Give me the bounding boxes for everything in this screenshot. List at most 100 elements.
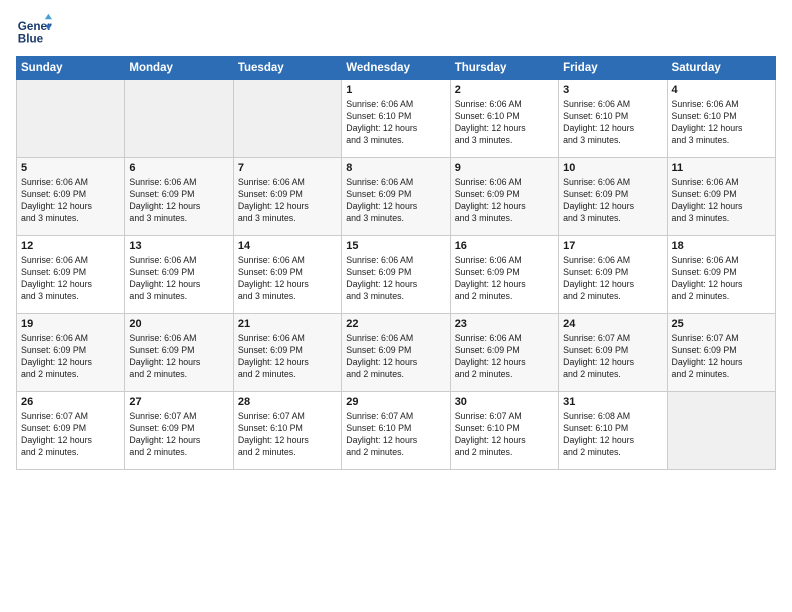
calendar-cell: 16 Sunrise: 6:06 AM Sunset: 6:09 PM Dayli… xyxy=(450,236,558,314)
weekday-header-saturday: Saturday xyxy=(667,57,775,80)
day-number: 19 xyxy=(21,318,120,330)
day-number: 14 xyxy=(238,240,337,252)
calendar-cell: 14 Sunrise: 6:06 AM Sunset: 6:09 PM Dayli… xyxy=(233,236,341,314)
day-number: 22 xyxy=(346,318,445,330)
calendar-cell: 19Sunrise: 6:06 AM Sunset: 6:09 PM Dayli… xyxy=(17,314,125,392)
day-number: 30 xyxy=(455,396,554,408)
logo-icon: General Blue xyxy=(16,12,52,48)
calendar-cell: 31Sunrise: 6:08 AM Sunset: 6:10 PM Dayli… xyxy=(559,392,667,470)
day-number: 24 xyxy=(563,318,662,330)
day-number: 8 xyxy=(346,162,445,174)
day-info: Sunrise: 6:06 AM Sunset: 6:10 PM Dayligh… xyxy=(672,98,771,147)
day-info: Sunrise: 6:07 AM Sunset: 6:10 PM Dayligh… xyxy=(346,410,445,459)
day-info: Sunrise: 6:06 AM Sunset: 6:09 PM Dayligh… xyxy=(21,254,120,303)
day-number: 28 xyxy=(238,396,337,408)
day-info: Sunrise: 6:06 AM Sunset: 6:09 PM Dayligh… xyxy=(346,332,445,381)
calendar-cell: 13 Sunrise: 6:06 AM Sunset: 6:09 PM Dayli… xyxy=(125,236,233,314)
weekday-header-thursday: Thursday xyxy=(450,57,558,80)
calendar-cell: 9 Sunrise: 6:06 AM Sunset: 6:09 PM Daylig… xyxy=(450,158,558,236)
header: General Blue xyxy=(16,12,776,48)
day-info: Sunrise: 6:07 AM Sunset: 6:10 PM Dayligh… xyxy=(455,410,554,459)
weekday-header-tuesday: Tuesday xyxy=(233,57,341,80)
day-number: 18 xyxy=(672,240,771,252)
week-row-3: 12Sunrise: 6:06 AM Sunset: 6:09 PM Dayli… xyxy=(17,236,776,314)
calendar-cell: 21 Sunrise: 6:06 AM Sunset: 6:09 PM Dayli… xyxy=(233,314,341,392)
calendar-cell: 26 Sunrise: 6:07 AM Sunset: 6:09 PM Dayli… xyxy=(17,392,125,470)
day-number: 15 xyxy=(346,240,445,252)
day-info: Sunrise: 6:07 AM Sunset: 6:09 PM Dayligh… xyxy=(129,410,228,459)
day-info: Sunrise: 6:08 AM Sunset: 6:10 PM Dayligh… xyxy=(563,410,662,459)
weekday-header-sunday: Sunday xyxy=(17,57,125,80)
calendar-cell: 29 Sunrise: 6:07 AM Sunset: 6:10 PM Dayli… xyxy=(342,392,450,470)
logo: General Blue xyxy=(16,12,58,48)
calendar-cell: 25 Sunrise: 6:07 AM Sunset: 6:09 PM Dayli… xyxy=(667,314,775,392)
calendar-cell: 6 Sunrise: 6:06 AM Sunset: 6:09 PM Daylig… xyxy=(125,158,233,236)
day-info: Sunrise: 6:06 AM Sunset: 6:09 PM Dayligh… xyxy=(238,332,337,381)
day-number: 25 xyxy=(672,318,771,330)
week-row-5: 26 Sunrise: 6:07 AM Sunset: 6:09 PM Dayli… xyxy=(17,392,776,470)
weekday-header-monday: Monday xyxy=(125,57,233,80)
day-number: 17 xyxy=(563,240,662,252)
day-number: 11 xyxy=(672,162,771,174)
calendar-table: SundayMondayTuesdayWednesdayThursdayFrid… xyxy=(16,56,776,470)
day-info: Sunrise: 6:06 AM Sunset: 6:09 PM Dayligh… xyxy=(346,176,445,225)
page-container: General Blue SundayMondayTuesdayWednesda… xyxy=(0,0,792,478)
day-info: Sunrise: 6:06 AM Sunset: 6:09 PM Dayligh… xyxy=(672,254,771,303)
day-info: Sunrise: 6:06 AM Sunset: 6:10 PM Dayligh… xyxy=(455,98,554,147)
day-number: 26 xyxy=(21,396,120,408)
calendar-cell: 24 Sunrise: 6:07 AM Sunset: 6:09 PM Dayli… xyxy=(559,314,667,392)
day-info: Sunrise: 6:06 AM Sunset: 6:09 PM Dayligh… xyxy=(129,332,228,381)
calendar-cell xyxy=(17,80,125,158)
day-number: 9 xyxy=(455,162,554,174)
calendar-cell: 22 Sunrise: 6:06 AM Sunset: 6:09 PM Dayli… xyxy=(342,314,450,392)
day-info: Sunrise: 6:06 AM Sunset: 6:09 PM Dayligh… xyxy=(455,176,554,225)
weekday-header-wednesday: Wednesday xyxy=(342,57,450,80)
day-info: Sunrise: 6:07 AM Sunset: 6:09 PM Dayligh… xyxy=(563,332,662,381)
day-info: Sunrise: 6:06 AM Sunset: 6:09 PM Dayligh… xyxy=(455,332,554,381)
week-row-2: 5Sunrise: 6:06 AM Sunset: 6:09 PM Daylig… xyxy=(17,158,776,236)
day-info: Sunrise: 6:06 AM Sunset: 6:09 PM Dayligh… xyxy=(129,254,228,303)
calendar-cell: 27Sunrise: 6:07 AM Sunset: 6:09 PM Dayli… xyxy=(125,392,233,470)
svg-text:Blue: Blue xyxy=(18,33,44,46)
day-info: Sunrise: 6:06 AM Sunset: 6:09 PM Dayligh… xyxy=(563,176,662,225)
day-info: Sunrise: 6:07 AM Sunset: 6:09 PM Dayligh… xyxy=(672,332,771,381)
day-info: Sunrise: 6:06 AM Sunset: 6:09 PM Dayligh… xyxy=(238,254,337,303)
day-number: 21 xyxy=(238,318,337,330)
calendar-cell: 2Sunrise: 6:06 AM Sunset: 6:10 PM Daylig… xyxy=(450,80,558,158)
day-info: Sunrise: 6:06 AM Sunset: 6:09 PM Dayligh… xyxy=(455,254,554,303)
day-number: 10 xyxy=(563,162,662,174)
calendar-cell: 1 Sunrise: 6:06 AM Sunset: 6:10 PM Daylig… xyxy=(342,80,450,158)
day-info: Sunrise: 6:06 AM Sunset: 6:10 PM Dayligh… xyxy=(346,98,445,147)
calendar-cell: 15 Sunrise: 6:06 AM Sunset: 6:09 PM Dayli… xyxy=(342,236,450,314)
day-number: 29 xyxy=(346,396,445,408)
calendar-cell xyxy=(233,80,341,158)
calendar-cell: 28 Sunrise: 6:07 AM Sunset: 6:10 PM Dayli… xyxy=(233,392,341,470)
day-info: Sunrise: 6:06 AM Sunset: 6:09 PM Dayligh… xyxy=(346,254,445,303)
calendar-cell: 23 Sunrise: 6:06 AM Sunset: 6:09 PM Dayli… xyxy=(450,314,558,392)
day-info: Sunrise: 6:06 AM Sunset: 6:10 PM Dayligh… xyxy=(563,98,662,147)
calendar-cell: 8 Sunrise: 6:06 AM Sunset: 6:09 PM Daylig… xyxy=(342,158,450,236)
calendar-cell: 5Sunrise: 6:06 AM Sunset: 6:09 PM Daylig… xyxy=(17,158,125,236)
calendar-cell xyxy=(125,80,233,158)
calendar-cell: 30 Sunrise: 6:07 AM Sunset: 6:10 PM Dayli… xyxy=(450,392,558,470)
day-number: 1 xyxy=(346,84,445,96)
day-info: Sunrise: 6:06 AM Sunset: 6:09 PM Dayligh… xyxy=(672,176,771,225)
day-info: Sunrise: 6:06 AM Sunset: 6:09 PM Dayligh… xyxy=(238,176,337,225)
calendar-cell: 18 Sunrise: 6:06 AM Sunset: 6:09 PM Dayli… xyxy=(667,236,775,314)
calendar-cell: 17Sunrise: 6:06 AM Sunset: 6:09 PM Dayli… xyxy=(559,236,667,314)
day-number: 13 xyxy=(129,240,228,252)
day-number: 6 xyxy=(129,162,228,174)
calendar-cell: 7 Sunrise: 6:06 AM Sunset: 6:09 PM Daylig… xyxy=(233,158,341,236)
day-number: 7 xyxy=(238,162,337,174)
calendar-cell: 4 Sunrise: 6:06 AM Sunset: 6:10 PM Daylig… xyxy=(667,80,775,158)
day-number: 3 xyxy=(563,84,662,96)
day-number: 16 xyxy=(455,240,554,252)
day-info: Sunrise: 6:06 AM Sunset: 6:09 PM Dayligh… xyxy=(21,176,120,225)
day-info: Sunrise: 6:07 AM Sunset: 6:10 PM Dayligh… xyxy=(238,410,337,459)
day-info: Sunrise: 6:07 AM Sunset: 6:09 PM Dayligh… xyxy=(21,410,120,459)
day-number: 4 xyxy=(672,84,771,96)
day-info: Sunrise: 6:06 AM Sunset: 6:09 PM Dayligh… xyxy=(129,176,228,225)
calendar-cell: 11 Sunrise: 6:06 AM Sunset: 6:09 PM Dayli… xyxy=(667,158,775,236)
week-row-1: 1 Sunrise: 6:06 AM Sunset: 6:10 PM Daylig… xyxy=(17,80,776,158)
day-number: 23 xyxy=(455,318,554,330)
